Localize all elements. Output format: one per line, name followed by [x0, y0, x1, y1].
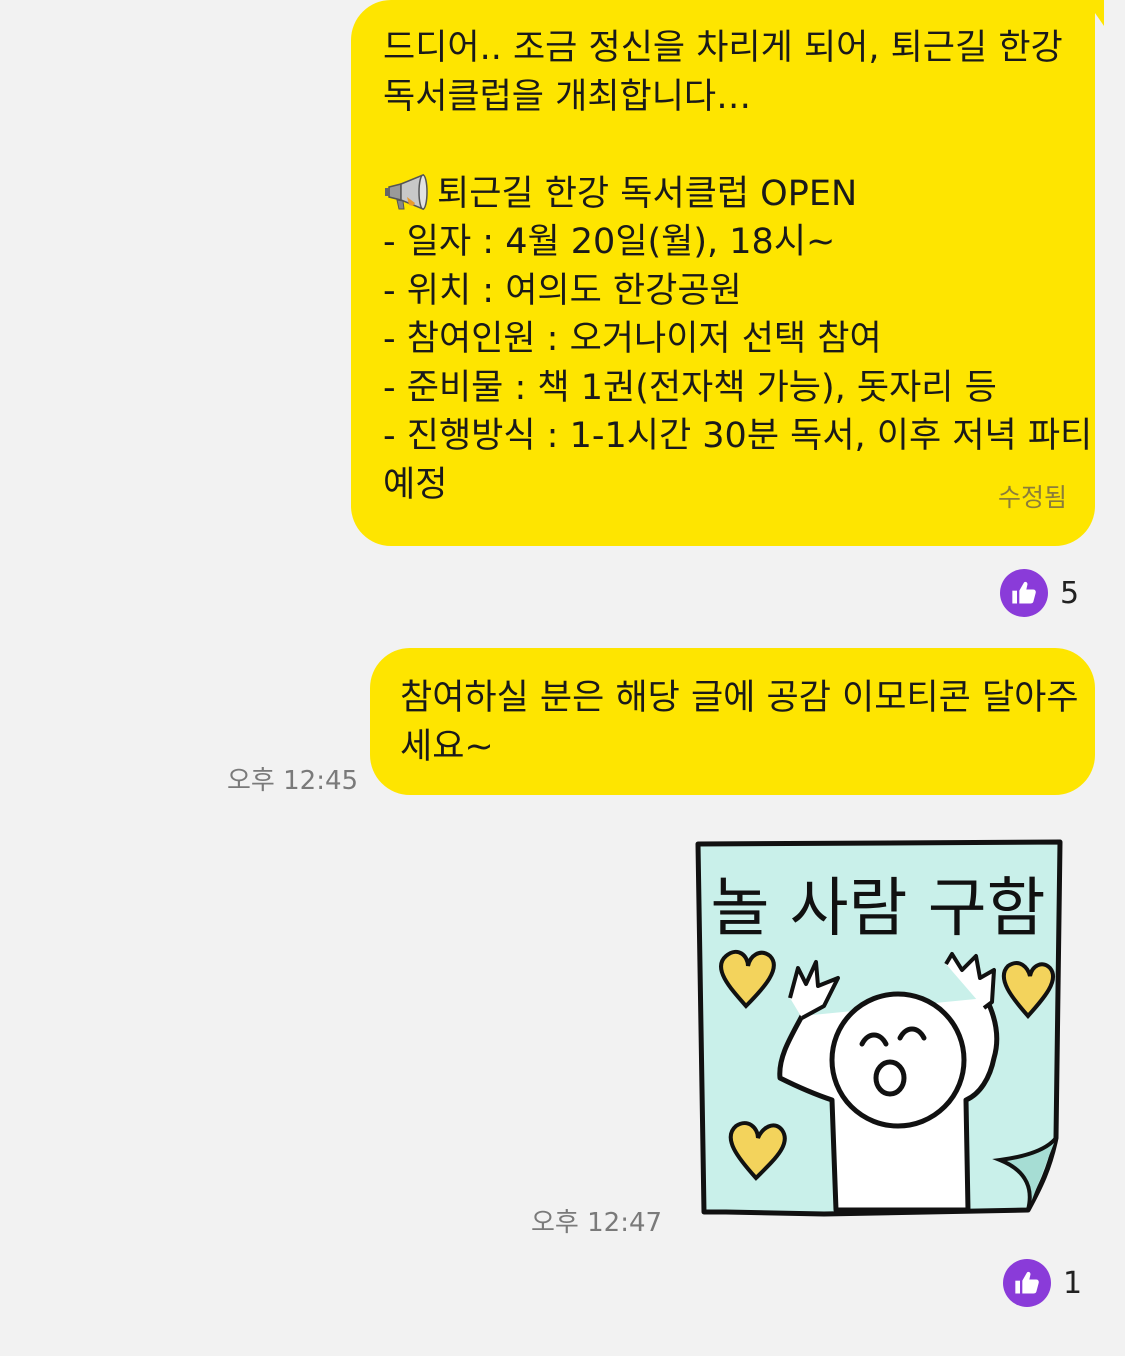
message-time: 오후 12:45 — [227, 766, 359, 796]
message-line-blank — [383, 121, 1075, 170]
thumbs-up-icon — [1000, 569, 1048, 617]
message-line: 드디어.. 조금 정신을 차리게 되어, 퇴근길 한강 — [383, 28, 1063, 68]
reaction-count: 1 — [1063, 1265, 1083, 1301]
message-time: 오후 12:47 — [531, 1208, 663, 1238]
message-bubble-announcement[interactable]: 드디어.. 조금 정신을 차리게 되어, 퇴근길 한강 독서클럽을 개최합니다…… — [351, 0, 1104, 546]
message-line: - 위치 : 여의도 한강공원 — [383, 270, 742, 311]
message-bubble-request[interactable]: 참여하실 분은 해당 글에 공감 이모티콘 달아주 세요~ — [370, 648, 1095, 795]
message-line: 예정 — [383, 464, 448, 505]
message-line: - 준비물 : 책 1권(전자책 가능), 돗자리 등 — [383, 367, 997, 408]
message-line: - 일자 : 4월 20일(월), 18시~ — [383, 222, 836, 262]
message-line-title: 퇴근길 한강 독서클럽 OPEN — [383, 170, 1075, 219]
thumbs-up-icon — [1003, 1259, 1051, 1307]
chat-room: 드디어.. 조금 정신을 차리게 되어, 퇴근길 한강 독서클럽을 개최합니다…… — [0, 0, 1125, 1356]
message-line-title-text: 퇴근길 한강 독서클럽 OPEN — [437, 173, 858, 214]
message-line: 세요~ — [400, 726, 494, 767]
sticker-text: 놀 사람 구함 — [710, 872, 1045, 946]
sticker-emoticon[interactable]: 놀 사람 구함 — [690, 838, 1065, 1218]
edited-label: 수정됨 — [997, 482, 1067, 512]
message-line: 독서클럽을 개최합니다… — [383, 76, 752, 117]
megaphone-icon — [383, 173, 431, 225]
like-reaction[interactable]: 5 — [1000, 563, 1093, 623]
message-line: - 참여인원 : 오거나이저 선택 참여 — [383, 319, 882, 359]
message-line: - 진행방식 : 1-1시간 30분 독서, 이후 저녁 파티 — [383, 416, 1093, 456]
reaction-count: 5 — [1060, 575, 1080, 611]
message-line: 참여하실 분은 해당 글에 공감 이모티콘 달아주 — [400, 678, 1079, 718]
like-reaction[interactable]: 1 — [1003, 1253, 1096, 1313]
